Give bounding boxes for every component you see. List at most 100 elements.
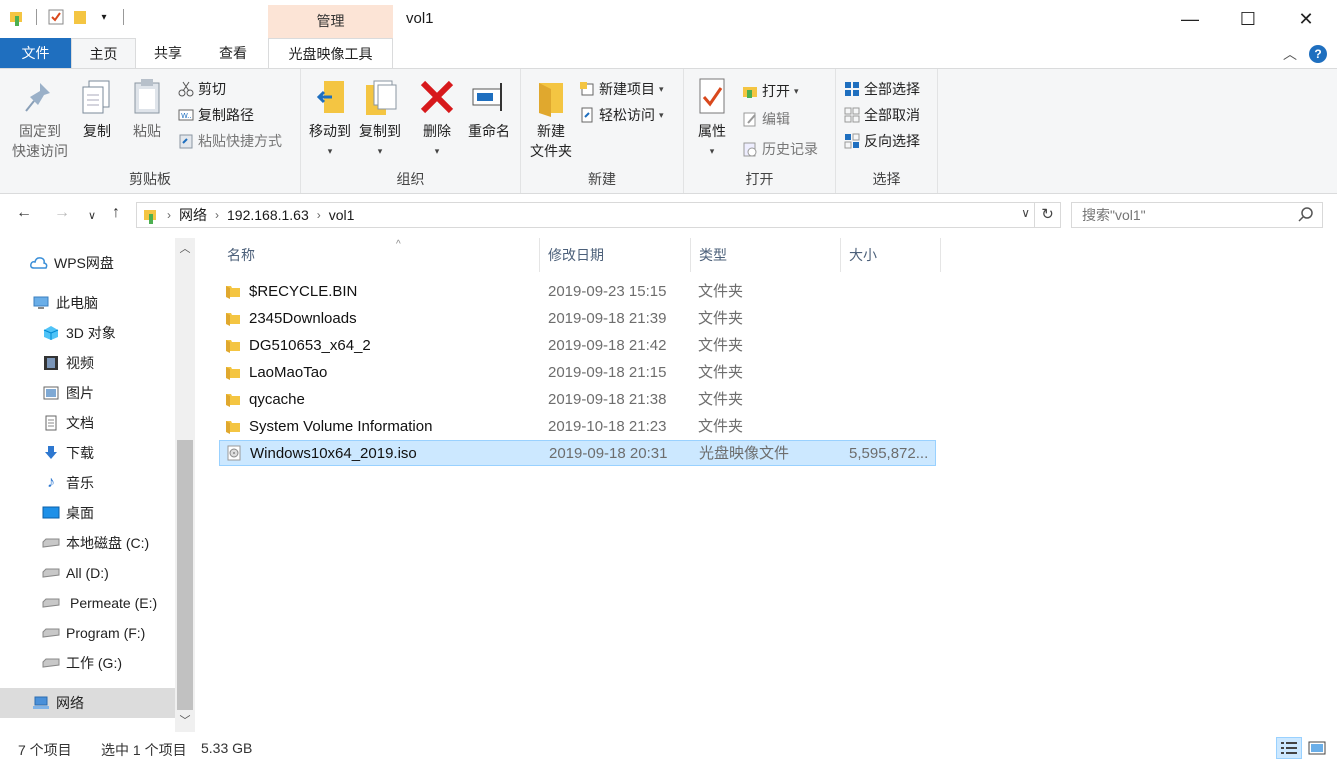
copy-to-dropdown-icon: ▾ xyxy=(377,146,383,156)
search-input[interactable] xyxy=(1071,202,1323,228)
file-row[interactable]: LaoMaoTao 2019-09-18 21:15 文件夹 xyxy=(219,360,936,386)
tab-disc-image-tools[interactable]: 光盘映像工具 xyxy=(268,38,393,68)
open-group-label: 打开 xyxy=(745,171,774,187)
easy-access-button[interactable]: 轻松访问 ▾ xyxy=(579,105,664,125)
new-folder-icon[interactable] xyxy=(71,8,89,26)
column-header-size[interactable]: 大小 xyxy=(841,238,941,272)
invert-selection-button[interactable]: 反向选择 xyxy=(844,131,920,151)
nav-item-network[interactable]: 网络 xyxy=(0,688,175,718)
breadcrumb-network[interactable]: 网络 xyxy=(179,205,207,225)
move-to-button[interactable]: 移动到 ▾ xyxy=(306,77,354,161)
nav-item-wps[interactable]: WPS网盘 xyxy=(0,248,175,278)
ribbon-tabs: 文件 主页 共享 查看 光盘映像工具 ︿ ? xyxy=(0,38,1337,69)
folder-app-icon[interactable] xyxy=(8,8,26,26)
file-row[interactable]: qycache 2019-09-18 21:38 文件夹 xyxy=(219,387,936,413)
window-title: vol1 xyxy=(406,10,434,27)
file-row-selected[interactable]: Windows10x64_2019.iso 2019-09-18 20:31 光… xyxy=(219,440,936,466)
pin-icon xyxy=(25,83,50,112)
properties-button[interactable]: 属性 ▾ xyxy=(692,77,732,161)
file-row[interactable]: $RECYCLE.BIN 2019-09-23 15:15 文件夹 xyxy=(219,279,936,305)
new-folder-button[interactable]: 新建 文件夹 xyxy=(526,77,576,161)
move-to-icon xyxy=(316,81,344,113)
copy-button[interactable]: 复制 xyxy=(78,77,116,141)
nav-item-documents[interactable]: 文档 xyxy=(0,408,175,438)
new-group: 新建 文件夹 新建项目 ▾ 轻松访问 ▾ 新建 xyxy=(521,69,684,193)
open-dropdown-icon: ▾ xyxy=(794,85,799,96)
refresh-icon[interactable]: ↻ xyxy=(1034,203,1060,227)
scroll-up-icon[interactable]: ︿ xyxy=(175,240,195,258)
nav-item-this-pc[interactable]: 此电脑 xyxy=(0,288,175,318)
copy-icon xyxy=(82,80,110,114)
nav-item-music[interactable]: ♪ 音乐 xyxy=(0,468,175,498)
properties-check-icon[interactable] xyxy=(47,8,65,26)
breadcrumb-vol1[interactable]: vol1 xyxy=(329,207,355,223)
nav-item-drive-c[interactable]: 本地磁盘 (C:) xyxy=(0,528,175,558)
open-button[interactable]: 打开 ▾ xyxy=(742,81,799,101)
tab-file[interactable]: 文件 xyxy=(0,38,71,68)
context-tab-manage[interactable]: 管理 xyxy=(268,5,393,38)
collapse-ribbon-icon[interactable]: ︿ xyxy=(1283,44,1297,64)
rename-button[interactable]: 重命名 xyxy=(464,77,514,141)
history-button[interactable]: 历史记录 xyxy=(742,139,818,159)
file-row[interactable]: 2345Downloads 2019-09-18 21:39 文件夹 xyxy=(219,306,936,332)
tab-home[interactable]: 主页 xyxy=(71,38,136,69)
ribbon-controls: ︿ ? xyxy=(1283,44,1327,64)
nav-item-downloads[interactable]: 下载 xyxy=(0,438,175,468)
copy-path-button[interactable]: W.. 复制路径 xyxy=(178,105,254,125)
tab-view[interactable]: 查看 xyxy=(200,38,266,68)
delete-button[interactable]: 删除 ▾ xyxy=(418,77,456,161)
pin-quick-access-button[interactable]: 固定到 快速访问 xyxy=(8,77,72,161)
scrollbar-thumb[interactable] xyxy=(177,440,193,710)
nav-item-desktop[interactable]: 桌面 xyxy=(0,498,175,528)
minimize-button[interactable]: — xyxy=(1161,0,1219,38)
navigation-scrollbar[interactable]: ︿ ﹀ xyxy=(175,238,195,732)
select-none-button[interactable]: 全部取消 xyxy=(844,105,920,125)
column-header-date[interactable]: 修改日期 xyxy=(540,238,691,272)
qat-dropdown-icon[interactable]: ▾ xyxy=(95,8,113,26)
up-arrow-icon[interactable]: ↑ xyxy=(112,204,120,222)
help-icon[interactable]: ? xyxy=(1309,45,1327,63)
copy-to-icon xyxy=(366,80,397,115)
breadcrumb-host[interactable]: 192.168.1.63 xyxy=(227,207,309,223)
address-bar[interactable]: › 网络 › 192.168.1.63 › vol1 ∨ ↻ xyxy=(136,202,1061,228)
nav-item-drive-f[interactable]: Program (F:) xyxy=(0,618,175,648)
column-header-type[interactable]: 类型 xyxy=(691,238,841,272)
breadcrumb-separator: › xyxy=(316,208,321,222)
close-button[interactable]: ✕ xyxy=(1277,0,1335,38)
nav-item-pictures[interactable]: 图片 xyxy=(0,378,175,408)
file-row[interactable]: System Volume Information 2019-10-18 21:… xyxy=(219,414,936,440)
new-item-button[interactable]: 新建项目 ▾ xyxy=(579,79,664,99)
search-icon[interactable] xyxy=(1298,207,1314,223)
scroll-down-icon[interactable]: ﹀ xyxy=(175,712,195,730)
scissors-icon xyxy=(178,81,194,97)
column-header-name[interactable]: ^ 名称 xyxy=(219,238,540,272)
file-row[interactable]: DG510653_x64_2 2019-09-18 21:42 文件夹 xyxy=(219,333,936,359)
cut-button[interactable]: 剪切 xyxy=(178,79,226,99)
copy-to-button[interactable]: 复制到 ▾ xyxy=(356,77,404,161)
open-group: 属性 ▾ 打开 ▾ 编辑 历史记录 打开 xyxy=(684,69,836,193)
nav-item-drive-e[interactable]: Permeate (E:) xyxy=(0,588,175,618)
nav-item-drive-d[interactable]: All (D:) xyxy=(0,558,175,588)
select-all-button[interactable]: 全部选择 xyxy=(844,79,920,99)
nav-item-3d-objects[interactable]: 3D 对象 xyxy=(0,318,175,348)
large-icons-view-button[interactable] xyxy=(1304,737,1330,759)
copy-path-icon: W.. xyxy=(178,109,194,121)
nav-item-drive-g[interactable]: 工作 (G:) xyxy=(0,648,175,678)
back-arrow-icon[interactable]: ← xyxy=(16,204,32,222)
nav-item-videos[interactable]: 视频 xyxy=(0,348,175,378)
select-none-icon xyxy=(844,107,860,123)
tab-share[interactable]: 共享 xyxy=(136,38,200,68)
address-dropdown-icon[interactable]: ∨ xyxy=(1021,206,1030,220)
forward-arrow-icon[interactable]: → xyxy=(54,204,70,222)
paste-button[interactable]: 粘贴 xyxy=(128,77,166,141)
navigation-pane: WPS网盘 此电脑 3D 对象 视频 图片 文档 下载 ♪ 音乐 桌面 本地磁盘… xyxy=(0,238,195,732)
paste-shortcut-button[interactable]: 粘贴快捷方式 xyxy=(178,131,282,151)
recent-locations-chevron-icon[interactable]: ∨ xyxy=(88,209,96,222)
file-list: ^ 名称 修改日期 类型 大小 $RECYCLE.BIN 2019-09-23 … xyxy=(196,238,1337,732)
select-all-icon xyxy=(845,82,859,96)
details-view-button[interactable] xyxy=(1276,737,1302,759)
edit-button[interactable]: 编辑 xyxy=(742,109,790,129)
maximize-button[interactable]: ☐ xyxy=(1219,0,1277,38)
new-item-dropdown-icon: ▾ xyxy=(659,83,664,94)
computer-icon xyxy=(32,294,50,312)
